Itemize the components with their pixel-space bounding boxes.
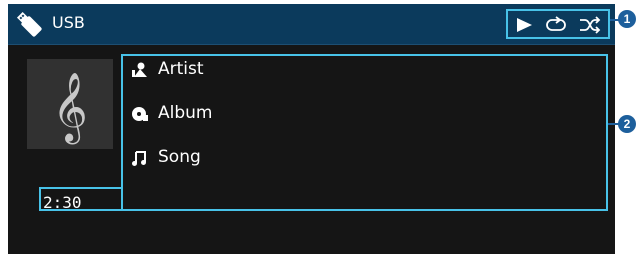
playback-status-group [506,9,610,39]
song-label: Song [158,147,201,167]
player-screen: USB 𝄞 Artist Album Song 2:30 [8,4,615,254]
album-icon [132,107,148,121]
artist-label: Artist [158,59,204,79]
album-label: Album [158,103,213,123]
play-icon [517,18,532,32]
usb-stick-icon [16,11,42,37]
svg-text:𝄞: 𝄞 [52,72,87,144]
song-icon [132,151,146,166]
elapsed-time: 2:30 [43,193,82,212]
source-title: USB [52,13,85,32]
treble-clef-icon: 𝄞 [52,72,87,144]
header-bar: USB [8,4,615,45]
callout-2: 2 [618,115,636,133]
callout-1: 1 [618,10,636,28]
artist-icon [132,62,147,77]
shuffle-icon [580,16,601,34]
album-art: 𝄞 [27,59,113,149]
repeat-icon [546,16,566,31]
